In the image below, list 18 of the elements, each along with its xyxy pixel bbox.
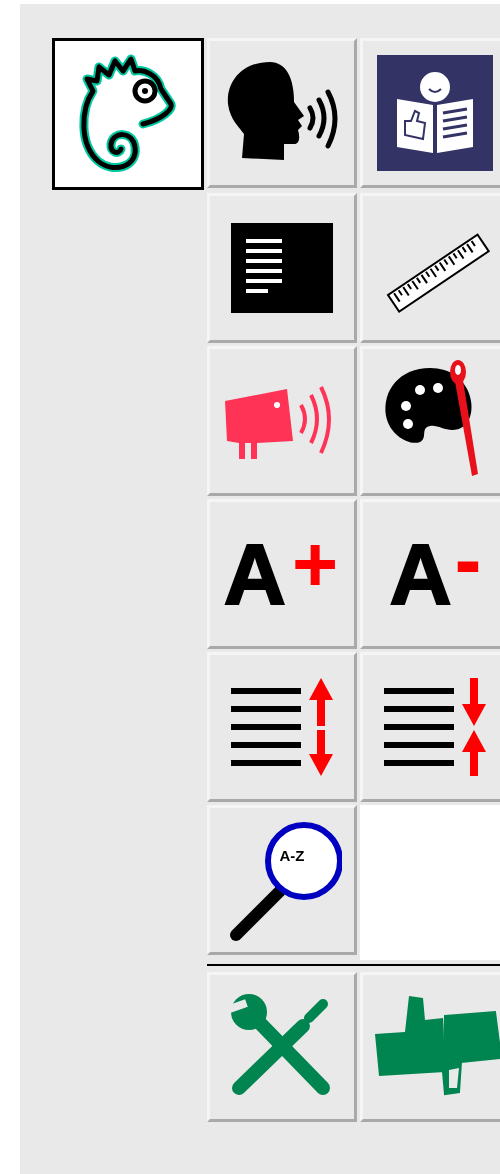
logo-button[interactable] bbox=[52, 38, 204, 190]
line-spacing-button[interactable] bbox=[207, 652, 357, 802]
reading-ruler-button[interactable] bbox=[360, 193, 500, 343]
increase-text-size-button[interactable]: A+ bbox=[207, 499, 357, 649]
read-aloud-button[interactable] bbox=[207, 38, 357, 188]
contrast-button[interactable] bbox=[207, 193, 357, 343]
decrease-text-size-button[interactable]: A- bbox=[360, 499, 500, 649]
dictionary-button[interactable]: A-Z bbox=[207, 805, 357, 955]
easy-read-button[interactable] bbox=[360, 38, 500, 188]
magnifier-label: A-Z bbox=[278, 848, 306, 863]
text-block-icon bbox=[231, 223, 333, 313]
line-spacing-decrease-icon bbox=[382, 678, 488, 776]
easy-read-icon bbox=[377, 55, 493, 171]
feedback-button[interactable] bbox=[360, 972, 500, 1122]
settings-button[interactable] bbox=[207, 972, 357, 1122]
line-spacing-button[interactable] bbox=[360, 652, 500, 802]
colors-button[interactable] bbox=[360, 346, 500, 496]
line-spacing-increase-icon bbox=[229, 678, 335, 776]
